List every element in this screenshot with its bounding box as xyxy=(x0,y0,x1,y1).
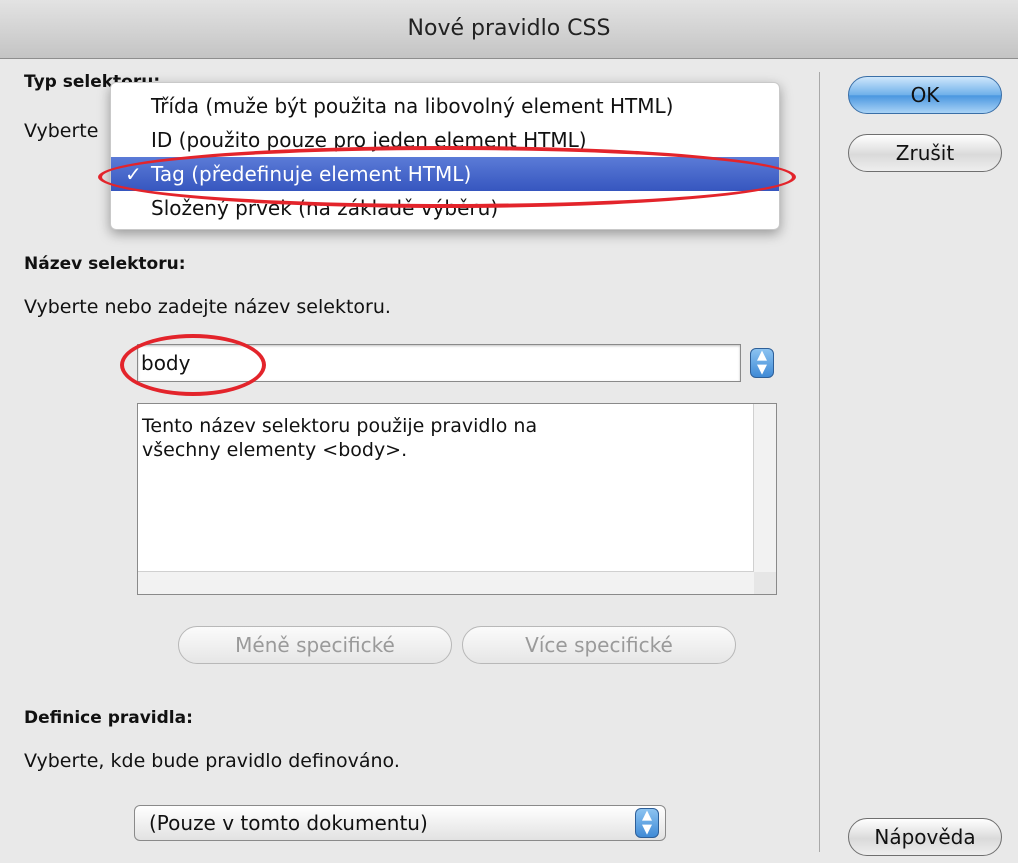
cancel-button[interactable]: Zrušit xyxy=(848,134,1002,172)
more-specific-button[interactable]: Více specifické xyxy=(462,626,736,664)
selector-name-heading: Název selektoru: xyxy=(24,254,186,274)
help-button[interactable]: Nápověda xyxy=(848,818,1002,856)
selector-description-line: Tento název selektoru použije pravidlo n… xyxy=(142,415,538,461)
window-title: Nové pravidlo CSS xyxy=(0,0,1018,59)
menu-item-label: Třída (muže být použita na libovolný ele… xyxy=(151,94,674,118)
popup-arrows-icon: ▲ ▼ xyxy=(635,808,659,838)
selector-description-text: Tento název selektoru použije pravidlo n… xyxy=(142,414,742,462)
selector-name-stepper-icon[interactable]: ▲ ▼ xyxy=(750,348,774,378)
rule-definition-heading: Definice pravidla: xyxy=(24,708,193,728)
scroll-corner xyxy=(754,572,776,594)
vertical-scrollbar[interactable] xyxy=(753,404,776,572)
selector-type-prompt: Vyberte xyxy=(24,120,99,142)
rule-definition-value: (Pouze v tomto dokumentu) xyxy=(149,811,428,835)
less-specific-button[interactable]: Méně specifické xyxy=(178,626,452,664)
highlight-oval-tag xyxy=(98,146,796,208)
ok-button[interactable]: OK xyxy=(848,76,1002,114)
selector-name-prompt: Vyberte nebo zadejte název selektoru. xyxy=(24,296,391,318)
rule-definition-select[interactable]: (Pouze v tomto dokumentu) ▲ ▼ xyxy=(134,805,666,841)
rule-definition-prompt: Vyberte, kde bude pravidlo definováno. xyxy=(24,750,400,772)
horizontal-scrollbar[interactable] xyxy=(138,571,754,594)
divider xyxy=(819,72,820,852)
menu-item-class[interactable]: Třída (muže být použita na libovolný ele… xyxy=(111,89,779,123)
selector-description: Tento název selektoru použije pravidlo n… xyxy=(137,403,777,595)
highlight-oval-body xyxy=(120,334,266,396)
